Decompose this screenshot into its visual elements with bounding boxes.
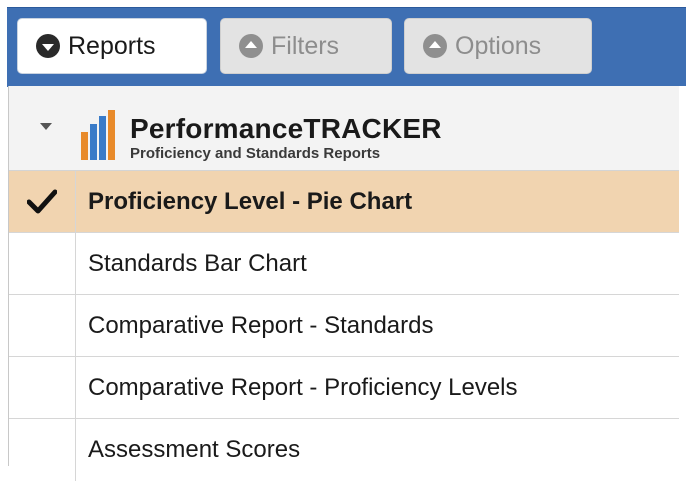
check-cell bbox=[9, 295, 76, 356]
tab-reports[interactable]: Reports bbox=[17, 18, 207, 74]
report-group-header[interactable]: PerformanceTRACKER Proficiency and Stand… bbox=[9, 86, 679, 171]
report-item-label: Assessment Scores bbox=[88, 436, 301, 463]
chevron-up-circle-icon bbox=[239, 34, 263, 58]
tab-options-label: Options bbox=[455, 31, 542, 60]
report-item-label: Comparative Report - Proficiency Levels bbox=[88, 373, 518, 401]
caret-down-icon[interactable] bbox=[40, 123, 52, 130]
check-cell bbox=[9, 171, 76, 232]
report-item-label: Comparative Report - Standards bbox=[88, 311, 434, 339]
checkmark-icon bbox=[27, 189, 57, 213]
report-item-label: Proficiency Level - Pie Chart bbox=[88, 187, 413, 215]
report-item-comparative-standards[interactable]: Comparative Report - Standards bbox=[9, 295, 679, 357]
report-item-standards-bar[interactable]: Standards Bar Chart bbox=[9, 233, 679, 295]
tab-filters-label: Filters bbox=[271, 31, 340, 60]
tab-filters[interactable]: Filters bbox=[220, 18, 392, 74]
report-item-assessment-scores[interactable]: Assessment Scores bbox=[9, 419, 679, 481]
check-cell bbox=[9, 357, 76, 418]
group-subtitle: Proficiency and Standards Reports bbox=[130, 145, 381, 162]
tab-reports-label: Reports bbox=[68, 31, 156, 60]
report-item-comparative-proficiency[interactable]: Comparative Report - Proficiency Levels bbox=[9, 357, 679, 419]
report-item-label: Standards Bar Chart bbox=[88, 249, 307, 277]
group-title: PerformanceTRACKER bbox=[130, 113, 442, 144]
bar-chart-logo-icon bbox=[81, 110, 115, 160]
chevron-down-circle-icon bbox=[36, 34, 60, 58]
check-cell bbox=[9, 419, 76, 481]
reports-menu-panel: PerformanceTRACKER Proficiency and Stand… bbox=[8, 86, 686, 481]
report-item-proficiency-pie[interactable]: Proficiency Level - Pie Chart bbox=[9, 171, 679, 233]
tab-options[interactable]: Options bbox=[404, 18, 592, 74]
check-cell bbox=[9, 233, 76, 294]
top-toolbar: Reports Filters Options bbox=[0, 0, 686, 87]
chevron-up-circle-icon bbox=[423, 34, 447, 58]
